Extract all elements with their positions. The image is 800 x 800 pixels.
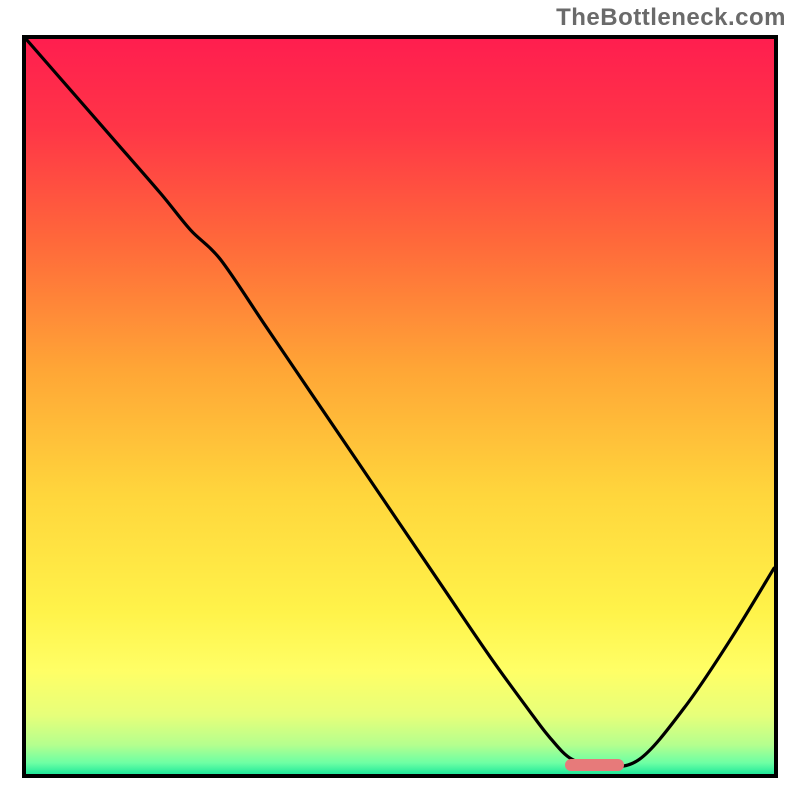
watermark-text: TheBottleneck.com	[556, 4, 786, 32]
plot-frame	[22, 35, 778, 778]
bottleneck-curve	[26, 39, 774, 774]
chart-stage: TheBottleneck.com	[0, 0, 800, 800]
optimum-marker	[565, 759, 625, 771]
